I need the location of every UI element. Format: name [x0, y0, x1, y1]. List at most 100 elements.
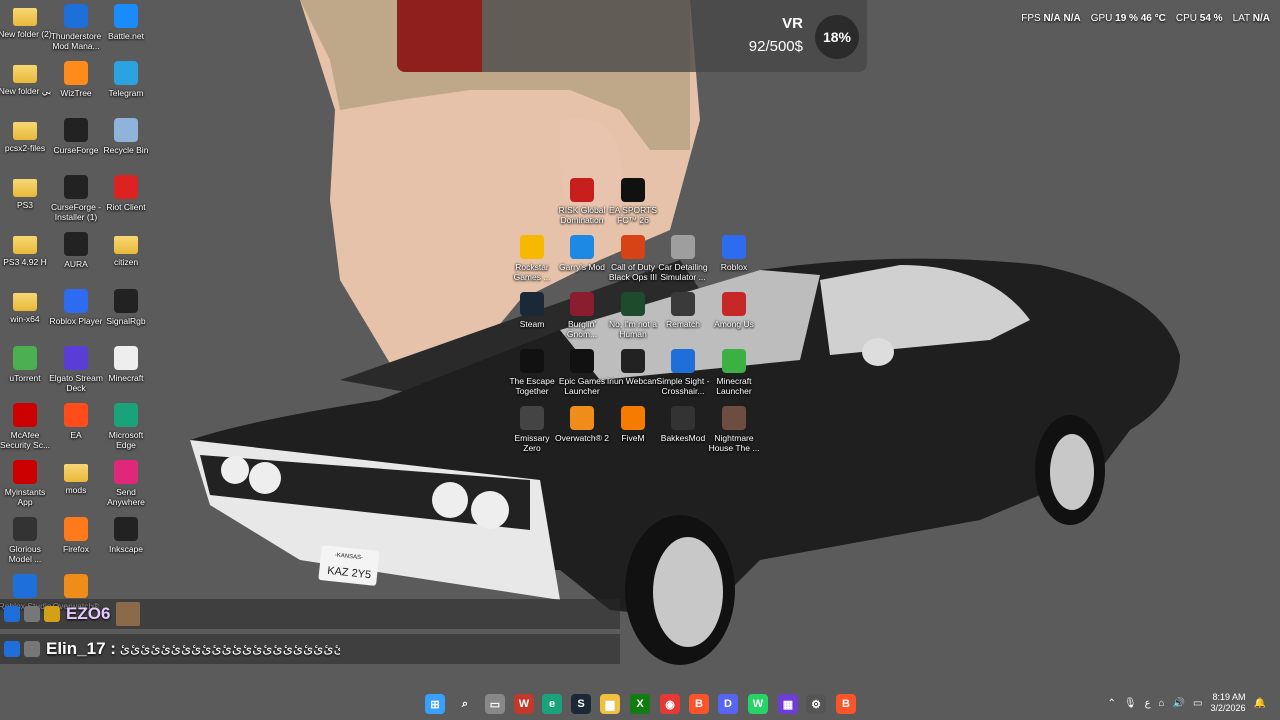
desktop-icon-overwatch[interactable]: Overwatch® 2: [555, 406, 609, 443]
recycle-bin-icon: [114, 118, 138, 142]
xbox-icon[interactable]: X: [630, 694, 650, 714]
desktop-icon-aura[interactable]: AURA: [49, 232, 103, 269]
desktop-icon-folder[interactable]: PS3: [0, 175, 52, 210]
microphone-icon[interactable]: 🎙: [1124, 698, 1137, 709]
desktop-icon-label: Minecraft: [108, 373, 144, 383]
desktop-icon-risk[interactable]: RISK Global Domination: [555, 178, 609, 225]
desktop-icon-wiztree[interactable]: WizTree: [49, 61, 103, 98]
desktop-icon-fivem[interactable]: FiveM: [606, 406, 660, 443]
search-icon[interactable]: ⌕: [455, 694, 475, 714]
desktop-icon-ea-fc[interactable]: EA SPORTS FC™ 26: [606, 178, 660, 225]
language-indicator[interactable]: ع: [1145, 698, 1151, 709]
desktop-icon-curseforge[interactable]: CurseForge - Installer (1): [49, 175, 103, 222]
gpu-readout: GPU 19 % 46 °C: [1091, 13, 1166, 24]
bakkesmod-icon: [671, 406, 695, 430]
discord-icon[interactable]: D: [718, 694, 738, 714]
desktop-icon-car-detailing[interactable]: Car Detailing Simulator ...: [656, 235, 710, 282]
desktop-icon-label: Simple Sight - Crosshair...: [656, 376, 710, 396]
desktop-icon-rockstar[interactable]: Rockstar Games ...: [505, 235, 559, 282]
desktop-icon-folder[interactable]: mods: [49, 460, 103, 495]
desktop-icon-send-anywhere[interactable]: Send Anywhere: [99, 460, 153, 507]
desktop-icon-label: BakkesMod: [660, 433, 706, 443]
battery-icon[interactable]: ▭: [1193, 698, 1202, 709]
vr-goal-progress-bar: [397, 0, 482, 72]
desktop-icon-utorrent[interactable]: uTorrent: [0, 346, 52, 383]
overwatch-icon: [570, 406, 594, 430]
telegram-icon: [114, 61, 138, 85]
desktop-icon-inkscape[interactable]: Inkscape: [99, 517, 153, 554]
whatsapp-icon[interactable]: W: [748, 694, 768, 714]
file-icon: [114, 346, 138, 370]
desktop-icon-glorious[interactable]: Glorious Model ...: [0, 517, 52, 564]
desktop-icon-bakkesmod[interactable]: BakkesMod: [656, 406, 710, 443]
apps-grid-icon[interactable]: ▦: [778, 694, 798, 714]
glorious-icon: [13, 517, 37, 541]
desktop-icon-folder[interactable]: citizen: [99, 232, 153, 267]
chevron-up-icon[interactable]: ⌃: [1107, 698, 1115, 709]
desktop-icon-file[interactable]: Minecraft: [99, 346, 153, 383]
steam-icon[interactable]: S: [571, 694, 591, 714]
desktop-icon-rematch[interactable]: Rematch: [656, 292, 710, 329]
desktop-icon-mcafee[interactable]: McAfee Security Sc...: [0, 403, 52, 450]
desktop-icon-curseforge[interactable]: CurseForge: [49, 118, 103, 155]
desktop-icon-ea[interactable]: EA: [49, 403, 103, 440]
desktop-icon-riot-client[interactable]: Riot Client: [99, 175, 153, 212]
desktop-icon-among-us[interactable]: Among Us: [707, 292, 761, 329]
desktop-icon-telegram[interactable]: Telegram: [99, 61, 153, 98]
desktop-icon-emissary-zero[interactable]: Emissary Zero: [505, 406, 559, 453]
desktop-icon-stream-deck[interactable]: Elgato Stream Deck: [49, 346, 103, 393]
desktop-icon-firefox[interactable]: Firefox: [49, 517, 103, 554]
desktop-icon-roblox[interactable]: Roblox: [707, 235, 761, 272]
desktop-icon-label: Thunderstore Mod Mana...: [50, 31, 102, 51]
desktop-icon-label: uTorrent: [9, 373, 41, 383]
file-explorer-icon[interactable]: ▆: [600, 694, 620, 714]
task-view-icon[interactable]: ▭: [485, 694, 505, 714]
desktop-icon-label: FiveM: [621, 433, 645, 443]
battlenet-icon: [114, 4, 138, 28]
clock-date: 3/2/2026: [1210, 703, 1246, 713]
folder-icon: [13, 179, 37, 197]
desktop-icon-burglin-gnomes[interactable]: Burglin' Gnom...: [555, 292, 609, 339]
wallpaper-engine-icon[interactable]: W: [514, 694, 534, 714]
brave-icon[interactable]: B: [836, 694, 856, 714]
desktop-icon-thunderstore[interactable]: Thunderstore Mod Mana...: [49, 4, 103, 51]
network-icon[interactable]: ⌂: [1159, 698, 1165, 709]
desktop-icon-folder[interactable]: pcsx2-files: [0, 118, 52, 153]
desktop-icon-escape-together[interactable]: The Escape Together: [505, 349, 559, 396]
desktop-icon-cod[interactable]: Call of Duty Black Ops III: [606, 235, 660, 282]
desktop-icon-nightmare-house[interactable]: Nightmare House The ...: [707, 406, 761, 453]
windows-start-icon[interactable]: ⊞: [425, 694, 445, 714]
settings-icon[interactable]: ⚙: [806, 694, 826, 714]
desktop-icon-iriun-webcam[interactable]: Iriun Webcam: [606, 349, 660, 386]
gpu-label: GPU: [1090, 13, 1113, 24]
edge-icon[interactable]: e: [542, 694, 562, 714]
desktop-icon-battlenet[interactable]: Battle.net: [99, 4, 153, 41]
desktop-icon-label: Elgato Stream Deck: [49, 373, 103, 393]
desktop-icon-folder[interactable]: PS3 4.92 H: [0, 232, 52, 267]
desktop-icon-myinstants[interactable]: Myinstants App: [0, 460, 52, 507]
desktop-icon-epic-games[interactable]: Epic Games Launcher: [555, 349, 609, 396]
brave-icon[interactable]: B: [689, 694, 709, 714]
desktop-icon-recycle-bin[interactable]: Recycle Bin: [99, 118, 153, 155]
desktop-icon-roblox[interactable]: Roblox Player: [49, 289, 103, 326]
desktop-icon-signalrgb[interactable]: SignalRgb: [99, 289, 153, 326]
utorrent-icon: [13, 346, 37, 370]
clock[interactable]: 8:19 AM 3/2/2026: [1211, 692, 1246, 714]
desktop-icon-no-im-not-a-human[interactable]: No, I'm not a Human: [606, 292, 660, 339]
desktop-icon-folder[interactable]: New folder بي: [0, 61, 52, 96]
chrome-icon[interactable]: ◉: [660, 694, 680, 714]
volume-icon[interactable]: 🔊: [1173, 698, 1185, 709]
roblox-icon: [64, 289, 88, 313]
desktop-icon-minecraft[interactable]: Minecraft Launcher: [707, 349, 761, 396]
desktop-icon-label: Recycle Bin: [103, 145, 149, 155]
desktop-icon-label: WizTree: [60, 88, 92, 98]
performance-overlay: FPS N/A N/A GPU 19 % 46 °C CPU 54 % LAT …: [1021, 13, 1270, 24]
desktop-icon-edge[interactable]: Microsoft Edge: [99, 403, 153, 450]
desktop-icon-folder[interactable]: win-x64: [0, 289, 52, 324]
desktop-icon-folder[interactable]: New folder (2): [0, 4, 52, 39]
notification-bell-icon[interactable]: 🔔: [1254, 698, 1266, 709]
desktop-icon-steam[interactable]: Steam: [505, 292, 559, 329]
desktop-icon-crosshair[interactable]: Simple Sight - Crosshair...: [656, 349, 710, 396]
mask-badge-icon: [24, 641, 40, 657]
desktop-icon-garrys-mod[interactable]: Garry's Mod: [555, 235, 609, 272]
